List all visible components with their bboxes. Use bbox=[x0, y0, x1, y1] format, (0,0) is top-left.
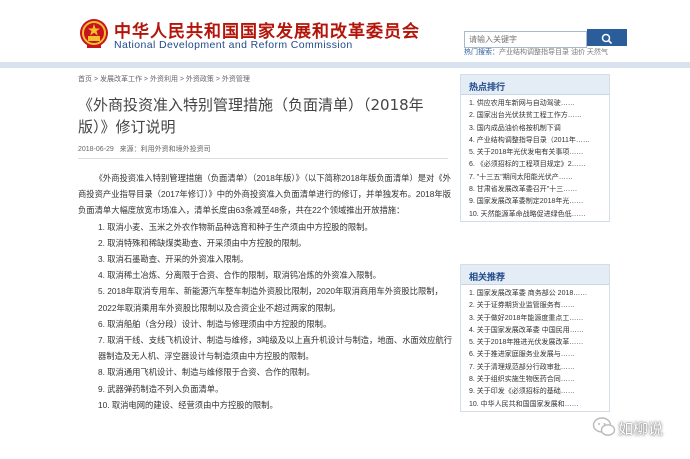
site-name-en[interactable]: National Development and Reform Commissi… bbox=[114, 39, 353, 51]
search-icon bbox=[601, 33, 613, 44]
list-item[interactable]: 5. 关于2018年光伏发电有关事项…… bbox=[469, 147, 605, 159]
wechat-icon bbox=[592, 417, 616, 436]
watermark-text: 如柳说 bbox=[618, 420, 664, 438]
list-item[interactable]: 3. 关于做好2018年能源度重点工…… bbox=[469, 313, 605, 325]
national-emblem-icon[interactable] bbox=[79, 18, 109, 50]
search-input[interactable] bbox=[464, 31, 587, 48]
list-item[interactable]: 4. 关于国家发展改革委 中国民用…… bbox=[469, 325, 605, 337]
article-intro: 《外商投资准入特别管理措施（负面清单）（2018年版）》（以下简称2018年版负… bbox=[78, 173, 451, 216]
list-item[interactable]: 3. 国内成品油价格按机制下调 bbox=[469, 123, 605, 135]
search-bar bbox=[464, 29, 627, 48]
list-item[interactable]: 8. 关于组织实施生物医药合同…… bbox=[469, 374, 605, 386]
article-date: 2018-06-29 bbox=[78, 146, 114, 153]
related-panel: 相关推荐 1. 国家发展改革委 商务部公 2018…… 2. 关于证券期货业监管… bbox=[460, 264, 610, 412]
list-item[interactable]: 2. 关于证券期货业监管服务有…… bbox=[469, 300, 605, 312]
list-item[interactable]: 8. 甘肃省发展改革委召开"十三…… bbox=[469, 184, 605, 196]
article-meta: 2018-06-29 来源：利用外资和境外投资司 bbox=[78, 144, 211, 154]
list-item[interactable]: 5. 关于2018年推进光伏发展改革…… bbox=[469, 337, 605, 349]
breadcrumb[interactable]: 首页 > 发展改革工作 > 外资利用 > 外资政策 > 外资管理 bbox=[78, 74, 250, 84]
list-item[interactable]: 7. "十三五"期间太阳能光伏产…… bbox=[469, 172, 605, 184]
list-item[interactable]: 6. 《必须招标的工程项目规定》2…… bbox=[469, 159, 605, 171]
list-item: 5. 2018年取消专用车、新能源汽车整车制造外资股比限制，2020年取消商用车… bbox=[98, 286, 443, 313]
list-item: 4. 取消稀土冶炼、分离限于合资、合作的限制，取消钨冶炼的外资准入限制。 bbox=[98, 270, 382, 281]
related-title: 相关推荐 bbox=[461, 265, 609, 285]
watermark: 如柳说 bbox=[588, 414, 690, 442]
site-header: 中华人民共和国国家发展和改革委员会 National Development a… bbox=[0, 0, 690, 62]
hot-ranking-title: 热点排行 bbox=[461, 75, 609, 95]
list-item: 2. 取消特殊和稀缺煤类勘查、开采须由中方控股的限制。 bbox=[98, 237, 307, 248]
article-container: 首页 > 发展改革工作 > 外资利用 > 外资政策 > 外资管理 《外商投资准入… bbox=[68, 68, 456, 459]
list-item[interactable]: 10. 天然能源革命战略促进绿色低…… bbox=[469, 209, 605, 221]
list-item[interactable]: 6. 关于推进家庭服务业发展与…… bbox=[469, 349, 605, 361]
hot-search-label: 热门搜索： bbox=[464, 49, 499, 56]
related-list: 1. 国家发展改革委 商务部公 2018…… 2. 关于证券期货业监管服务有……… bbox=[461, 285, 609, 411]
search-button[interactable] bbox=[587, 29, 627, 46]
list-item[interactable]: 1. 供应农用车新网与自动驾驶…… bbox=[469, 98, 605, 110]
list-item: 6. 取消船舶（含分段）设计、制造与修理须由中方控股的限制。 bbox=[98, 318, 332, 329]
list-item: 1. 取消小麦、玉米之外农作物新品种选育和种子生产须由中方控股的限制。 bbox=[98, 221, 373, 232]
list-item[interactable]: 7. 关于清理规范部分行政审批…… bbox=[469, 362, 605, 374]
list-item[interactable]: 10. 中华人民共和国国家发展和…… bbox=[469, 399, 605, 411]
list-item: 7. 取消干线、支线飞机设计、制造与维修，3吨级及以上直升机设计与制造，地面、水… bbox=[98, 335, 453, 362]
article-source: 来源：利用外资和境外投资司 bbox=[119, 146, 211, 153]
hot-search-words: 热门搜索：产业结构调整指导目录 油价 天然气 bbox=[464, 47, 608, 57]
article-body: 《外商投资准入特别管理措施（负面清单）（2018年版）》（以下简称2018年版负… bbox=[78, 170, 453, 413]
list-item[interactable]: 9. 国家发展改革委制定2018年光…… bbox=[469, 196, 605, 208]
hot-ranking-panel: 热点排行 1. 供应农用车新网与自动驾驶…… 2. 国家出台光伏扶贫工程工作方…… bbox=[460, 74, 610, 222]
page-title: 《外商投资准入特别管理措施（负面清单）（2018年版）》修订说明 bbox=[78, 96, 424, 136]
list-item[interactable]: 4. 产业结构调整指导目录（2011年…… bbox=[469, 135, 605, 147]
list-item[interactable]: 2. 国家出台光伏扶贫工程工作方…… bbox=[469, 110, 605, 122]
list-item: 9. 武器弹药制造不列入负面清单。 bbox=[98, 383, 224, 394]
list-item: 8. 取消通用飞机设计、制造与维修限于合资、合作的限制。 bbox=[98, 367, 315, 378]
list-item: 10. 取消电网的建设、经营须由中方控股的限制。 bbox=[98, 399, 278, 410]
list-item: 3. 取消石墨勘查、开采的外资准入限制。 bbox=[98, 254, 249, 265]
hot-search-links[interactable]: 产业结构调整指导目录 油价 天然气 bbox=[499, 49, 608, 56]
list-item[interactable]: 9. 关于印发《必须招标的基础…… bbox=[469, 386, 605, 398]
hot-ranking-list: 1. 供应农用车新网与自动驾驶…… 2. 国家出台光伏扶贫工程工作方…… 3. … bbox=[461, 95, 609, 221]
title-divider bbox=[78, 158, 448, 159]
list-item[interactable]: 1. 国家发展改革委 商务部公 2018…… bbox=[469, 288, 605, 300]
